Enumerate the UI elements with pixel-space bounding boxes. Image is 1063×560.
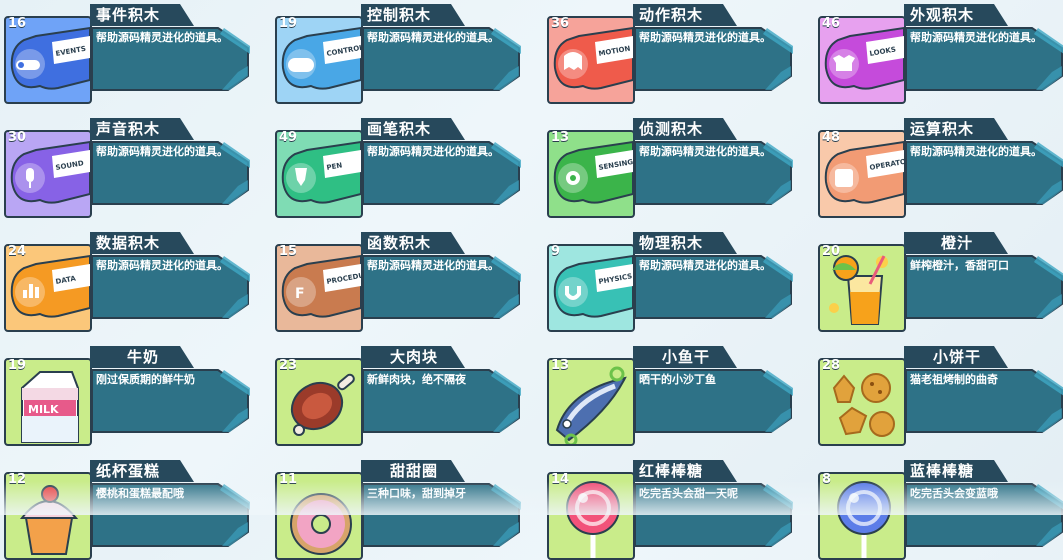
inventory-item-card[interactable]: PEN 49 画笔积木 帮助源码精灵进化的道具。 — [275, 114, 525, 218]
item-title: 函数积木 — [367, 234, 432, 252]
item-title: 大肉块 — [389, 348, 438, 366]
inventory-item-card[interactable]: MILK 19 牛奶刚过保质期的鲜牛奶 — [4, 342, 254, 446]
item-count: 13 — [551, 358, 570, 373]
item-count: 30 — [8, 130, 27, 145]
item-title: 橙汁 — [940, 234, 973, 252]
item-count: 16 — [8, 16, 27, 31]
item-description: 樱桃和蛋糕最配哦 — [96, 487, 184, 500]
inventory-item-card[interactable]: PROCEDURES F 15 函数积木 帮助源码精灵进化的道具。 — [275, 228, 525, 332]
item-description: 帮助源码精灵进化的道具。 — [96, 31, 228, 44]
physics-block-icon: PHYSICS — [547, 244, 635, 332]
item-description: 晒干的小沙丁鱼 — [639, 373, 716, 386]
item-description: 吃完舌头会甜一天呢 — [639, 487, 738, 500]
item-count: 36 — [551, 16, 570, 31]
inventory-item-card[interactable]: CONTROL 19 控制积木 帮助源码精灵进化的道具。 — [275, 0, 525, 104]
inventory-item-card[interactable]: SENSING 13 侦测积木 帮助源码精灵进化的道具。 — [547, 114, 797, 218]
item-title: 声音积木 — [96, 120, 161, 138]
item-count: 19 — [279, 16, 298, 31]
inventory-item-card[interactable]: 14 红棒棒糖吃完舌头会甜一天呢 — [547, 456, 797, 560]
inventory-item-card[interactable]: PHYSICS 9 物理积木帮助源码精灵进化的道具。 — [547, 228, 797, 332]
item-count: 14 — [551, 472, 570, 487]
inventory-item-card[interactable]: LOOKS 46 外观积木 帮助源码精灵进化的道具。 — [818, 0, 1063, 104]
item-description: 帮助源码精灵进化的道具。 — [367, 31, 499, 44]
item-title: 物理积木 — [639, 234, 704, 252]
blue-lollipop-icon — [818, 472, 906, 560]
inventory-item-card[interactable]: 11 甜甜圈三种口味，甜到掉牙 — [275, 456, 525, 560]
inventory-item-card[interactable]: OPERATORS 48 运算积木 帮助源码精灵进化的道具。 — [818, 114, 1063, 218]
inventory-item-card[interactable]: 23 大肉块新鲜肉块，绝不隔夜 — [275, 342, 525, 446]
item-count: 8 — [822, 472, 832, 487]
item-description: 帮助源码精灵进化的道具。 — [910, 31, 1042, 44]
item-title: 画笔积木 — [367, 120, 432, 138]
inventory-item-card[interactable]: 28 小饼干猫老祖烤制的曲奇 — [818, 342, 1063, 446]
inventory-item-card[interactable]: 12 纸杯蛋糕樱桃和蛋糕最配哦 — [4, 456, 254, 560]
item-count: 13 — [551, 130, 570, 145]
item-title: 蓝棒棒糖 — [910, 462, 975, 480]
svg-text:F: F — [295, 286, 305, 302]
item-count: 49 — [279, 130, 298, 145]
inventory-item-card[interactable]: DATA 24 数据积木 帮助源码精灵进化的道具。 — [4, 228, 254, 332]
item-description: 帮助源码精灵进化的道具。 — [639, 31, 771, 44]
item-title: 事件积木 — [96, 6, 161, 24]
item-title: 红棒棒糖 — [639, 462, 704, 480]
item-count: 28 — [822, 358, 841, 373]
inventory-item-card[interactable]: EVENTS 16 事件积木 帮助源码精灵进化的道具。 — [4, 0, 254, 104]
item-count: 15 — [279, 244, 298, 259]
svg-text:MILK: MILK — [28, 403, 59, 416]
item-title: 侦测积木 — [639, 120, 704, 138]
item-description: 帮助源码精灵进化的道具。 — [367, 259, 499, 272]
item-title: 外观积木 — [910, 6, 975, 24]
item-count: 20 — [822, 244, 841, 259]
inventory-item-card[interactable]: 8 蓝棒棒糖吃完舌头会变蓝哦 — [818, 456, 1063, 560]
item-count: 48 — [822, 130, 841, 145]
item-title: 纸杯蛋糕 — [96, 462, 161, 480]
item-count: 9 — [551, 244, 561, 259]
item-description: 帮助源码精灵进化的道具。 — [96, 259, 228, 272]
item-description: 帮助源码精灵进化的道具。 — [96, 145, 228, 158]
item-description: 鲜榨橙汁，香甜可口 — [910, 259, 1009, 272]
item-count: 12 — [8, 472, 27, 487]
item-grid: EVENTS 16 事件积木 帮助源码精灵进化的道具。 CONTROL 19 控制积木… — [0, 0, 1063, 560]
item-title: 小鱼干 — [661, 348, 710, 366]
item-title: 牛奶 — [126, 348, 159, 366]
item-description: 帮助源码精灵进化的道具。 — [367, 145, 499, 158]
inventory-item-card[interactable]: 20 橙汁鲜榨橙汁，香甜可口 — [818, 228, 1063, 332]
item-description: 帮助源码精灵进化的道具。 — [639, 259, 771, 272]
item-description: 帮助源码精灵进化的道具。 — [910, 145, 1042, 158]
item-count: 23 — [279, 358, 298, 373]
item-count: 24 — [8, 244, 27, 259]
item-count: 11 — [279, 472, 298, 487]
item-title: 动作积木 — [639, 6, 704, 24]
item-title: 控制积木 — [367, 6, 432, 24]
item-title: 甜甜圈 — [389, 462, 438, 480]
item-description: 刚过保质期的鲜牛奶 — [96, 373, 195, 386]
inventory-item-card[interactable]: 13 小鱼干晒干的小沙丁鱼 — [547, 342, 797, 446]
inventory-item-card[interactable]: MOTION 36 动作积木 帮助源码精灵进化的道具。 — [547, 0, 797, 104]
item-count: 46 — [822, 16, 841, 31]
inventory-item-card[interactable]: SOUND 30 声音积木 帮助源码精灵进化的道具。 — [4, 114, 254, 218]
item-description: 吃完舌头会变蓝哦 — [910, 487, 998, 500]
item-description: 新鲜肉块，绝不隔夜 — [367, 373, 466, 386]
item-description: 三种口味，甜到掉牙 — [367, 487, 466, 500]
item-title: 数据积木 — [96, 234, 161, 252]
item-description: 帮助源码精灵进化的道具。 — [639, 145, 771, 158]
item-title: 小饼干 — [932, 348, 981, 366]
item-description: 猫老祖烤制的曲奇 — [910, 373, 998, 386]
item-count: 19 — [8, 358, 27, 373]
item-title: 运算积木 — [910, 120, 975, 138]
